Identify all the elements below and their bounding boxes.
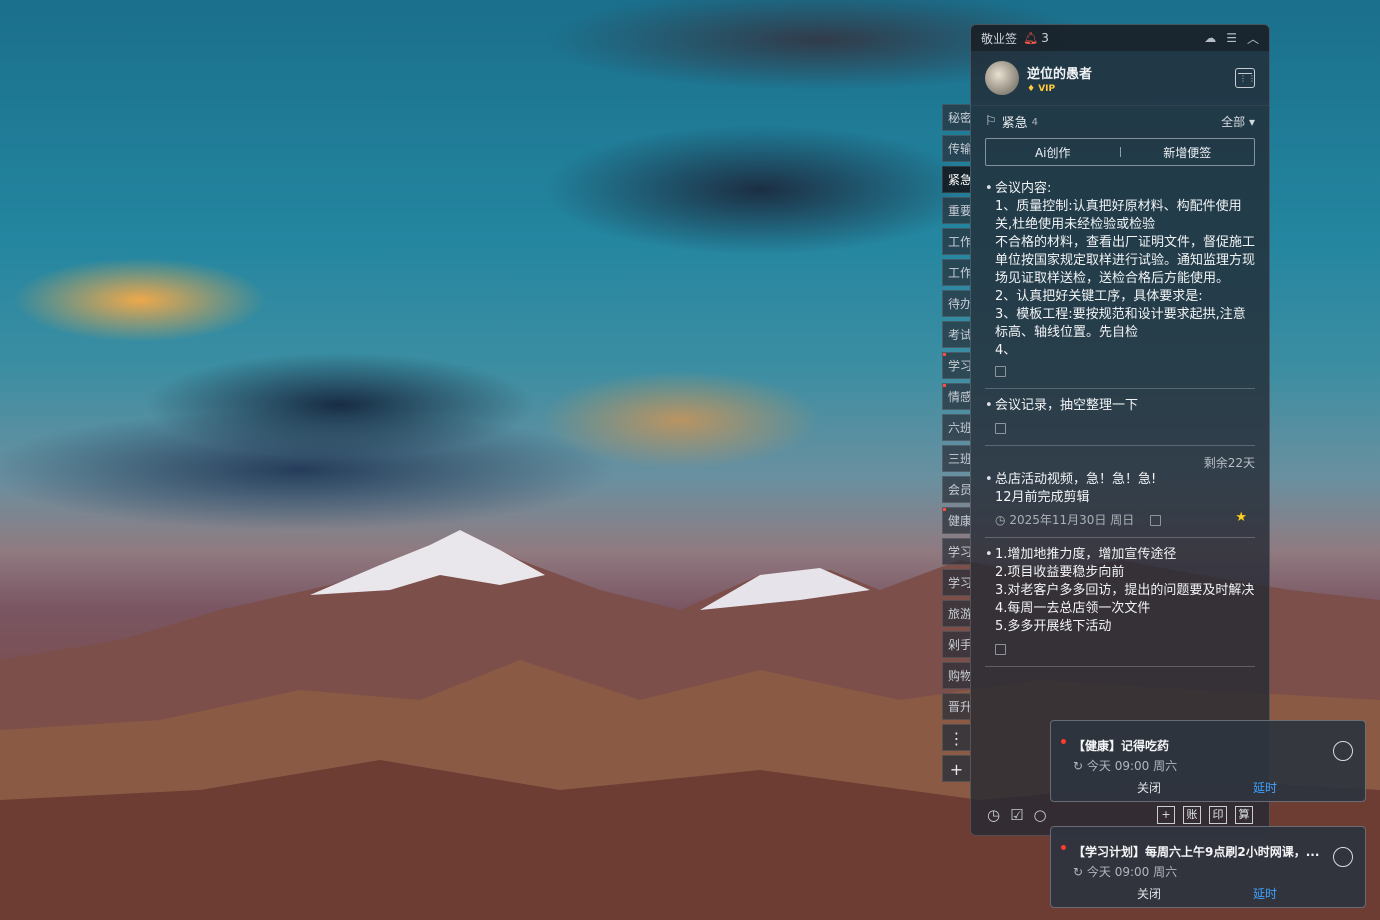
tab-secret[interactable]: 秘密 [942,104,970,131]
tab-travel[interactable]: 旅游 [942,600,970,627]
tab-important[interactable]: 重要 [942,197,970,224]
note-bullet: • [985,398,993,413]
tab-promotion[interactable]: 晋升 [942,693,970,720]
note-divider [985,445,1255,446]
bell-icon[interactable]: 🔔︎ [1023,31,1038,45]
snooze-button[interactable]: 延时 [1253,779,1277,796]
reminder-time: ↻ 今天 09:00 周六 [1073,759,1178,773]
tab-emotion[interactable]: 情感 [942,383,970,410]
ledger-tool[interactable]: 账 [1183,806,1201,824]
note-item[interactable]: • 1.增加地推力度，增加宣传途径 2.项目收益要稳步向前 3.对老客户多多回访… [971,546,1269,658]
note-text: 1.增加地推力度，增加宣传途径 2.项目收益要稳步向前 3.对老客户多多回访，提… [995,547,1255,634]
clock-icon: ◷ [995,513,1006,527]
tab-exam[interactable]: 考试 [942,321,970,348]
note-meta: ◷ 2025年11月30日 周日 [985,511,1255,529]
filter-dropdown[interactable]: 全部 ▾ [1221,113,1255,130]
collapse-icon[interactable]: ︿ [1247,30,1259,47]
add-category-button[interactable]: + [942,755,970,782]
vip-badge: ♦ VIP [1027,83,1056,94]
note-bullet: • [985,181,993,196]
tab-class-6[interactable]: 六班 [942,414,970,441]
filter-label: 全部 [1221,114,1246,129]
note-text: 总店活动视频，急！急！急! 12月前完成剪辑 [995,472,1157,505]
action-bar: Ai创作 新增便签 [985,138,1255,166]
tab-todo[interactable]: 待办 [942,290,970,317]
lock-icon [995,644,1006,655]
note-meta [985,640,1255,658]
note-divider [985,666,1255,667]
close-button[interactable]: 关闭 [1137,885,1161,902]
note-text: 会议内容: 1、质量控制:认真把好原材料、构配件使用关,杜绝使用未经检验或检验 … [995,181,1255,358]
note-meta [985,419,1255,437]
note-divider [985,388,1255,389]
menu-icon[interactable]: ☰ [1226,31,1237,45]
category-name: 紧急 [1001,115,1028,131]
lock-icon [995,423,1006,434]
tab-transfer[interactable]: 传输 [942,135,970,162]
tab-work-2[interactable]: 工作 [942,259,970,286]
calendar-icon[interactable] [1235,68,1257,88]
title-bar: 敬业签 🔔︎ 3 ☁ ☰ ︿ [971,25,1269,51]
print-tool[interactable]: 印 [1209,806,1227,824]
tab-work-1[interactable]: 工作 [942,228,970,255]
reminder-popup: 【健康】记得吃药 ↻ 今天 09:00 周六 关闭 延时 [1050,720,1366,802]
calculator-tool[interactable]: 算 [1235,806,1253,824]
star-icon[interactable]: ★ [1235,509,1247,527]
ai-create-button[interactable]: Ai创作 [986,144,1120,161]
clock-icon[interactable]: ◷ [987,806,1000,824]
tab-health[interactable]: 健康 [942,507,970,534]
priority-dot [1061,845,1066,850]
complete-circle-icon[interactable] [1333,741,1353,761]
snooze-button[interactable]: 延时 [1253,885,1277,902]
reminder-title: 【健康】记得吃药 [1073,739,1170,753]
category-tabs: 秘密 传输 紧急 重要 工作 工作 待办 考试 学习 情感 六班 三班 会员 健… [942,104,970,786]
more-categories-button[interactable]: ⋮ [942,724,970,751]
reminder-time-text: 今天 09:00 周六 [1086,759,1178,773]
bookmark-icon: ⚐ [985,113,997,129]
category-header: ⚐ 紧急 4 全部 ▾ [971,105,1269,136]
remaining-days: 剩余22天 [1203,456,1255,470]
close-button[interactable]: 关闭 [1137,779,1161,796]
reminder-time-text: 今天 09:00 周六 [1086,865,1178,879]
note-item[interactable]: • 会议内容: 1、质量控制:认真把好原材料、构配件使用关,杜绝使用未经检验或检… [971,180,1269,380]
tab-study-2[interactable]: 学习 [942,538,970,565]
tab-member[interactable]: 会员 [942,476,970,503]
reminder-time: ↻ 今天 09:00 周六 [1073,865,1178,879]
tab-class-3[interactable]: 三班 [942,445,970,472]
tab-study-1[interactable]: 学习 [942,352,970,379]
tab-shopping[interactable]: 购物 [942,662,970,689]
note-divider [985,537,1255,538]
add-icon[interactable]: + [1157,806,1175,824]
note-item[interactable]: • 总店活动视频，急！急！急! 12月前完成剪辑 ◷ 2025年11月30日 周… [971,471,1269,529]
app-name: 敬业签 [981,31,1018,46]
lock-icon [1150,515,1162,526]
vip-badge-label: VIP [1038,83,1056,94]
tab-shopping-spree[interactable]: 剁手 [942,631,970,658]
tab-urgent[interactable]: 紧急 [942,166,970,193]
sticky-notes-panel: 敬业签 🔔︎ 3 ☁ ☰ ︿ 逆位的愚者 ♦ VIP ⚐ 紧急 4 全部 ▾ A… [970,24,1270,836]
username: 逆位的愚者 [1027,66,1093,82]
note-date: 2025年11月30日 周日 [1009,513,1135,527]
reminder-popup: 【学习计划】每周六上午9点刷2小时网课，... ↻ 今天 09:00 周六 关闭… [1050,826,1366,908]
new-note-button[interactable]: 新增便签 [1121,144,1255,161]
note-bullet: • [985,547,993,562]
note-item[interactable]: • 会议记录，抽空整理一下 [971,397,1269,437]
avatar[interactable] [985,61,1019,95]
note-text: 会议记录，抽空整理一下 [995,398,1139,413]
note-bullet: • [985,472,993,487]
search-icon[interactable]: ○ [1034,806,1047,824]
lock-icon [995,366,1006,377]
checklist-icon[interactable]: ☑ [1010,806,1023,824]
note-meta [985,362,1255,380]
priority-dot [1061,739,1066,744]
reminder-title: 【学习计划】每周六上午9点刷2小时网课，... [1073,845,1320,859]
cloud-sync-icon[interactable]: ☁ [1204,31,1216,45]
complete-circle-icon[interactable] [1333,847,1353,867]
tab-study-3[interactable]: 学习 [942,569,970,596]
category-count: 4 [1031,117,1039,128]
profile-section: 逆位的愚者 ♦ VIP [971,51,1269,105]
reminder-count: 3 [1041,31,1049,45]
